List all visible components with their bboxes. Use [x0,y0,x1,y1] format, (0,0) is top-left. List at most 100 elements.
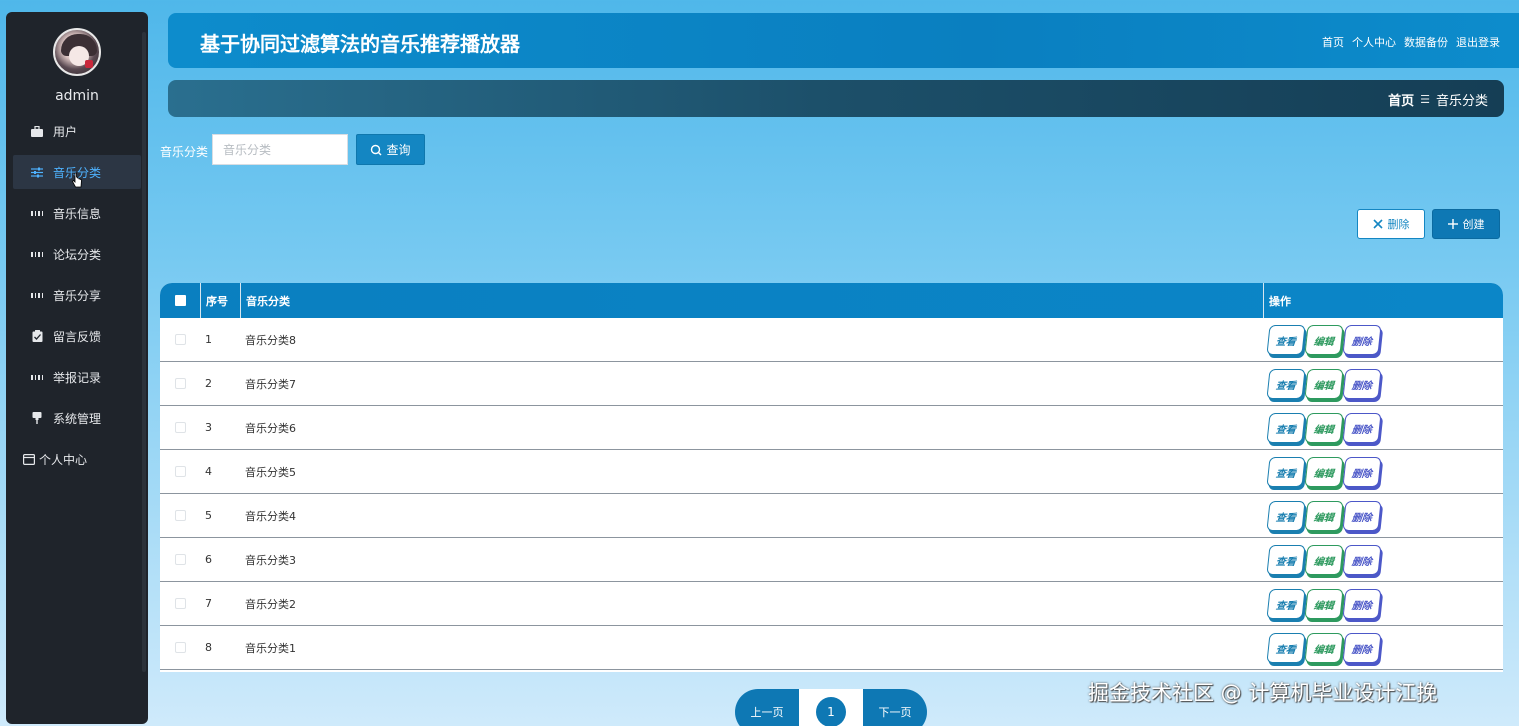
row-category-name: 音乐分类8 [245,333,296,347]
current-page[interactable]: 1 [816,697,846,726]
edit-button[interactable]: 编辑 [1304,544,1344,575]
nav-personal-center-link[interactable]: 个人中心 [1352,34,1396,50]
batch-delete-label: 删除 [1387,218,1410,231]
breadcrumb-bar: 首页 ☰ 音乐分类 [168,80,1504,117]
row-category-name: 音乐分类1 [245,641,296,655]
sidebar-item-label: 论坛分类 [53,247,102,262]
sidebar-item-music-share[interactable]: 音乐分享 [13,278,141,312]
edit-button[interactable]: 编辑 [1304,632,1344,663]
delete-button[interactable]: 删除 [1342,632,1382,663]
delete-button[interactable]: 删除 [1342,456,1382,487]
select-all-checkbox[interactable] [174,295,186,306]
sidebar-item-label: 用户 [53,124,78,139]
edit-button[interactable]: 编辑 [1304,412,1344,443]
column-header-index: 序号 [200,283,240,318]
row-checkbox[interactable] [174,422,186,433]
nav-home-link[interactable]: 首页 [1322,34,1344,50]
sidebar-item-system-management[interactable]: 系统管理 [13,401,141,435]
hand-cursor-icon [72,172,82,188]
avatar[interactable] [53,28,101,76]
row-checkbox[interactable] [174,510,186,521]
header-nav: 首页 个人中心 数据备份 退出登录 [1322,34,1500,50]
row-checkbox[interactable] [174,466,186,477]
view-button[interactable]: 查看 [1266,324,1306,355]
pushpin-icon [31,412,43,424]
prev-page-button[interactable]: 上一页 [735,689,799,726]
search-icon [371,144,382,155]
pagination: 上一页 1 下一页 [735,689,927,726]
sidebar: admin 用户 音乐分类 音乐信息 论坛分类 音乐分享 留言反馈 举报记录 系… [6,12,148,724]
row-category-name: 音乐分类7 [245,377,296,391]
sidebar-item-label: 个人中心 [39,452,88,467]
top-header: 基于协同过滤算法的音乐推荐播放器 首页 个人中心 数据备份 退出登录 [168,13,1519,68]
batch-delete-button[interactable]: 删除 [1357,209,1425,239]
view-button[interactable]: 查看 [1266,544,1306,575]
row-index: 2 [205,377,212,390]
search-input[interactable] [212,134,348,165]
sidebar-item-feedback[interactable]: 留言反馈 [13,319,141,353]
view-button[interactable]: 查看 [1266,588,1306,619]
sidebar-menu: 用户 音乐分类 音乐信息 论坛分类 音乐分享 留言反馈 举报记录 系统管理 个人… [6,114,148,483]
row-index: 3 [205,421,212,434]
row-index: 6 [205,553,212,566]
delete-button[interactable]: 删除 [1342,324,1382,355]
sidebar-item-personal-center[interactable]: 个人中心 [13,442,141,476]
search-label: 音乐分类 [160,145,209,159]
page-title: 基于协同过滤算法的音乐推荐播放器 [200,32,520,56]
row-category-name: 音乐分类4 [245,509,296,523]
briefcase-icon [31,125,43,137]
view-button[interactable]: 查看 [1266,456,1306,487]
row-checkbox[interactable] [174,554,186,565]
create-label: 创建 [1462,218,1485,231]
clipboard-check-icon [31,330,43,342]
search-button[interactable]: 查询 [356,134,425,165]
breadcrumb-home[interactable]: 首页 [1388,90,1414,109]
sidebar-item-label: 举报记录 [53,370,102,385]
delete-button[interactable]: 删除 [1342,544,1382,575]
sidebar-item-music-info[interactable]: 音乐信息 [13,196,141,230]
username: admin [55,88,99,104]
view-button[interactable]: 查看 [1266,412,1306,443]
page-number[interactable]: 1 [799,689,863,726]
watermark: 掘金技术社区 @ 计算机毕业设计江挽 [1088,681,1438,705]
table-row: 7 音乐分类2 查看 编辑 删除 [160,582,1503,626]
breadcrumb-current: 音乐分类 [1435,94,1488,109]
sidebar-item-label: 系统管理 [53,411,102,426]
breadcrumb: 首页 ☰ 音乐分类 [1388,90,1488,109]
sidebar-item-report-records[interactable]: 举报记录 [13,360,141,394]
nav-logout-link[interactable]: 退出登录 [1456,34,1500,50]
delete-button[interactable]: 删除 [1342,368,1382,399]
nav-data-backup-link[interactable]: 数据备份 [1404,34,1448,50]
sliders-icon [31,166,43,178]
create-button[interactable]: 创建 [1432,209,1500,239]
edit-button[interactable]: 编辑 [1304,588,1344,619]
search-button-label: 查询 [386,143,411,157]
delete-button[interactable]: 删除 [1342,412,1382,443]
grid-icon [31,289,43,301]
breadcrumb-separator-icon: ☰ [1420,93,1430,106]
row-checkbox[interactable] [174,334,186,345]
table-body: 1 音乐分类8 查看 编辑 删除 2 音乐分类7 查看 编辑 删除 3 音乐分类6 查看 编辑 删除 4 音乐分… [160,318,1503,670]
sidebar-item-label: 音乐分享 [53,288,102,303]
view-button[interactable]: 查看 [1266,632,1306,663]
view-button[interactable]: 查看 [1266,500,1306,531]
sidebar-item-forum-category[interactable]: 论坛分类 [13,237,141,271]
row-category-name: 音乐分类5 [245,465,296,479]
row-checkbox[interactable] [174,598,186,609]
edit-button[interactable]: 编辑 [1304,500,1344,531]
edit-button[interactable]: 编辑 [1304,368,1344,399]
delete-button[interactable]: 删除 [1342,500,1382,531]
edit-button[interactable]: 编辑 [1304,456,1344,487]
row-checkbox[interactable] [174,642,186,653]
row-index: 5 [205,509,212,522]
window-icon [23,453,35,465]
column-header-name[interactable]: 音乐分类 [240,283,1263,318]
view-button[interactable]: 查看 [1266,368,1306,399]
table-row: 2 音乐分类7 查看 编辑 删除 [160,362,1503,406]
row-checkbox[interactable] [174,378,186,389]
grid-icon [31,207,43,219]
sidebar-item-user[interactable]: 用户 [13,114,141,148]
edit-button[interactable]: 编辑 [1304,324,1344,355]
next-page-button[interactable]: 下一页 [863,689,927,726]
delete-button[interactable]: 删除 [1342,588,1382,619]
